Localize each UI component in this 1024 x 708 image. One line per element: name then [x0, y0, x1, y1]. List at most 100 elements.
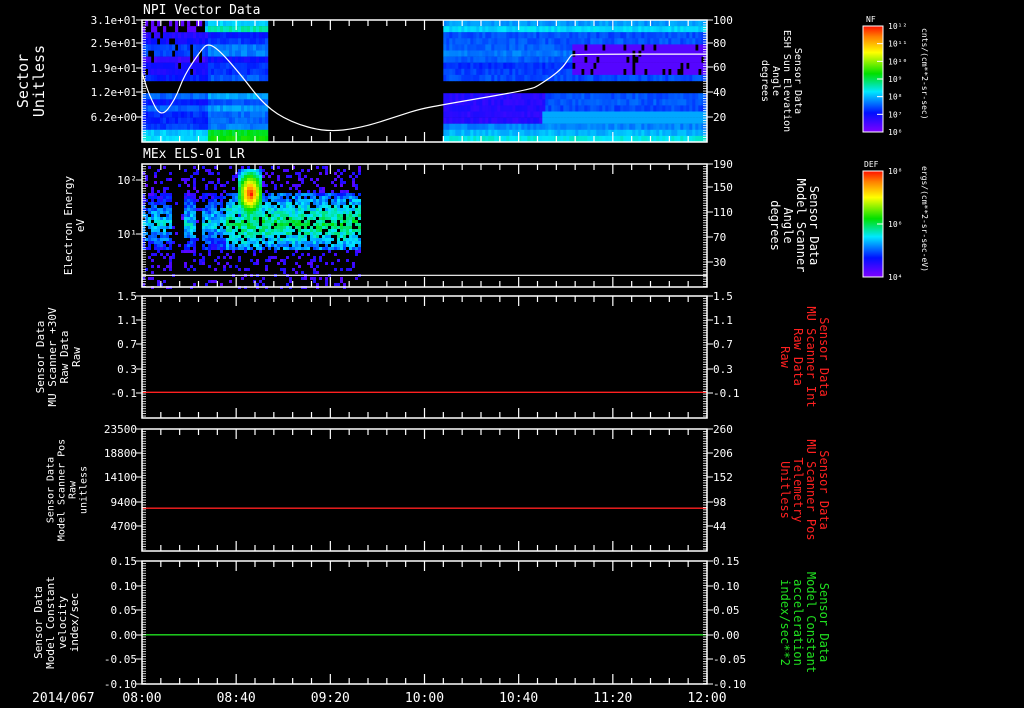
spectrogram-cell	[503, 32, 507, 39]
spectrogram-cell	[256, 220, 259, 223]
spectrogram-cell	[593, 50, 597, 57]
spectrogram-cell	[464, 20, 468, 27]
spectrogram-cell	[563, 20, 567, 27]
spectrogram-cell	[214, 123, 218, 130]
spectrogram-cell	[635, 111, 639, 118]
spectrogram-cell	[256, 199, 259, 202]
spectrogram-cell	[220, 117, 224, 124]
spectrogram-cell	[662, 32, 666, 39]
spectrogram-cell	[271, 220, 274, 223]
spectrogram-cell	[491, 105, 495, 112]
spectrogram-cell	[298, 184, 301, 187]
spectrogram-cell	[211, 105, 215, 112]
spectrogram-cell	[193, 181, 196, 184]
spectrogram-cell	[199, 20, 203, 27]
spectrogram-cell	[193, 99, 197, 106]
spectrogram-cell	[503, 38, 507, 45]
spectrogram-cell	[467, 93, 471, 100]
spectrogram-cell	[253, 226, 256, 229]
spectrogram-cell	[244, 196, 247, 199]
spectrogram-cell	[241, 178, 244, 181]
spectrogram-cell	[316, 208, 319, 211]
spectrogram-cell	[322, 190, 325, 193]
spectrogram-cell	[295, 199, 298, 202]
spectrogram-cell	[166, 99, 170, 106]
spectrogram-cell	[247, 229, 250, 232]
spectrogram-cell	[289, 247, 292, 250]
spectrogram-cell	[193, 166, 196, 169]
spectrogram-cell	[449, 20, 453, 27]
colorbar-nf-label: NF	[866, 15, 876, 24]
spectrogram-cell	[620, 68, 624, 76]
spectrogram-cell	[494, 123, 498, 130]
spectrogram-cell	[178, 117, 182, 124]
spectrogram-cell	[235, 32, 239, 39]
spectrogram-cell	[316, 232, 319, 235]
spectrogram-cell	[668, 93, 672, 100]
spectrogram-cell	[163, 217, 166, 220]
spectrogram-cell	[259, 181, 262, 184]
spectrogram-cell	[259, 229, 262, 232]
spectrogram-cell	[148, 217, 151, 220]
spectrogram-cell	[461, 123, 465, 130]
spectrogram-cell	[503, 56, 507, 63]
spectrogram-cell	[662, 62, 666, 69]
spectrogram-cell	[226, 214, 229, 217]
spectrogram-cell	[599, 99, 603, 106]
spectrogram-cell	[169, 268, 172, 271]
spectrogram-cell	[247, 190, 250, 193]
spectrogram-cell	[298, 247, 301, 250]
spectrogram-cell	[148, 211, 151, 214]
spectrogram-cell	[458, 50, 462, 57]
spectrogram-cell	[166, 205, 169, 208]
spectrogram-cell	[524, 74, 528, 82]
spectrogram-cell	[184, 123, 188, 130]
spectrogram-cell	[184, 208, 187, 211]
spectrogram-cell	[605, 38, 609, 45]
spectrogram-cell	[536, 50, 540, 57]
spectrogram-cell	[241, 44, 245, 51]
y-tick-label: 0.7	[117, 338, 137, 351]
spectrogram-cell	[470, 20, 474, 27]
spectrogram-cell	[214, 202, 217, 205]
spectrogram-cell	[665, 20, 669, 27]
spectrogram-cell	[605, 123, 609, 130]
spectrogram-cell	[512, 74, 516, 82]
spectrogram-cell	[226, 217, 229, 220]
spectrogram-cell	[241, 172, 244, 175]
spectrogram-cell	[196, 111, 200, 118]
spectrogram-cell	[518, 32, 522, 39]
spectrogram-cell	[313, 256, 316, 259]
spectrogram-cell	[695, 74, 699, 82]
spectrogram-cell	[683, 26, 687, 33]
right-y-tick-label: 20	[713, 111, 726, 124]
spectrogram-cell	[166, 241, 169, 244]
spectrogram-cell	[316, 283, 319, 286]
spectrogram-cell	[205, 123, 209, 130]
spectrogram-cell	[262, 169, 265, 172]
spectrogram-cell	[211, 208, 214, 211]
spectrogram-cell	[301, 271, 304, 274]
spectrogram-cell	[169, 232, 172, 235]
spectrogram-cell	[515, 93, 519, 100]
spectrogram-cell	[509, 56, 513, 63]
spectrogram-cell	[536, 44, 540, 51]
spectrogram-cell	[506, 123, 510, 130]
spectrogram-cell	[545, 117, 549, 124]
spectrogram-cell	[343, 181, 346, 184]
spectrogram-cell	[214, 208, 217, 211]
spectrogram-cell	[211, 50, 215, 57]
spectrogram-cell	[166, 123, 170, 130]
spectrogram-cell	[241, 199, 244, 202]
spectrogram-cell	[247, 74, 251, 82]
spectrogram-cell	[569, 123, 573, 130]
spectrogram-cell	[244, 44, 248, 51]
spectrogram-cell	[680, 44, 684, 51]
spectrogram-cell	[578, 117, 582, 124]
spectrogram-cell	[473, 26, 477, 33]
spectrogram-cell	[581, 117, 585, 124]
spectrogram-cell	[250, 193, 253, 196]
spectrogram-cell	[464, 32, 468, 39]
spectrogram-cell	[265, 205, 268, 208]
spectrogram-cell	[235, 217, 238, 220]
